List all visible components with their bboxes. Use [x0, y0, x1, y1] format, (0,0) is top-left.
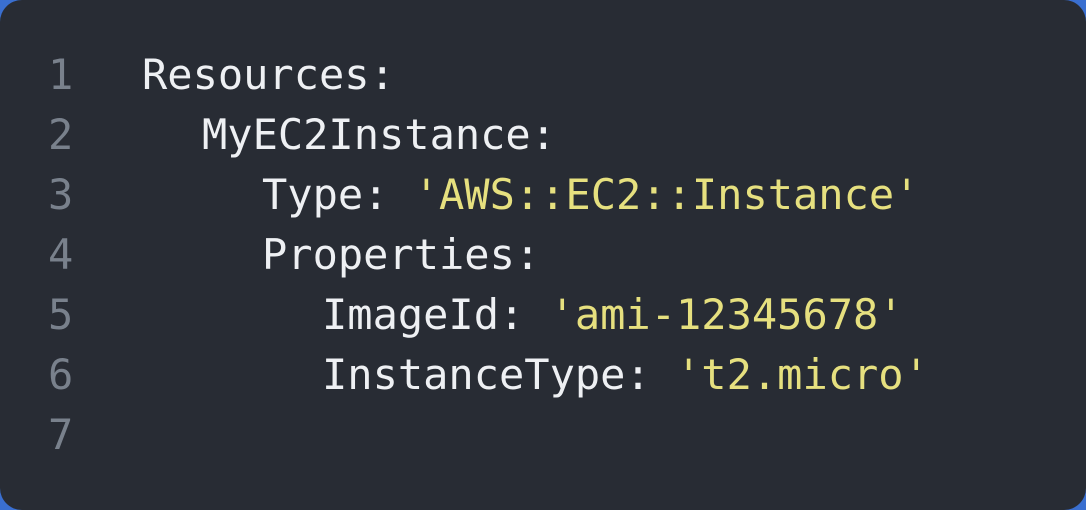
yaml-key: InstanceType:: [322, 349, 677, 399]
line-content: Properties:: [142, 230, 540, 279]
code-line-7: 7: [0, 404, 1086, 464]
yaml-string-value: 'AWS::EC2::Instance': [413, 169, 920, 219]
line-content: Resources:: [142, 50, 395, 99]
line-number: 4: [48, 229, 74, 279]
line-number: 5: [48, 289, 74, 339]
line-number: 3: [48, 169, 74, 219]
code-line-4: 4 Properties:: [0, 224, 1086, 284]
yaml-key: Properties:: [262, 229, 541, 279]
line-number: 7: [48, 409, 74, 459]
code-line-5: 5 ImageId: 'ami-12345678': [0, 284, 1086, 344]
line-content: MyEC2Instance:: [142, 110, 556, 159]
line-content: ImageId: 'ami-12345678': [142, 290, 904, 339]
yaml-string-value: 't2.micro': [676, 349, 929, 399]
code-editor[interactable]: 1 Resources: 2 MyEC2Instance: 3 Type: 'A…: [0, 0, 1086, 510]
yaml-key: Resources:: [142, 49, 395, 99]
line-content: Type: 'AWS::EC2::Instance': [142, 170, 919, 219]
yaml-key: MyEC2Instance:: [202, 109, 557, 159]
yaml-key: ImageId:: [322, 289, 550, 339]
line-number: 2: [48, 109, 74, 159]
line-content: InstanceType: 't2.micro': [142, 350, 929, 399]
line-number: 6: [48, 349, 74, 399]
code-line-3: 3 Type: 'AWS::EC2::Instance': [0, 164, 1086, 224]
yaml-key: Type:: [262, 169, 414, 219]
code-block: 1 Resources: 2 MyEC2Instance: 3 Type: 'A…: [0, 44, 1086, 464]
line-number: 1: [48, 49, 74, 99]
code-line-2: 2 MyEC2Instance:: [0, 104, 1086, 164]
code-line-6: 6 InstanceType: 't2.micro': [0, 344, 1086, 404]
yaml-string-value: 'ami-12345678': [549, 289, 904, 339]
code-line-1: 1 Resources:: [0, 44, 1086, 104]
